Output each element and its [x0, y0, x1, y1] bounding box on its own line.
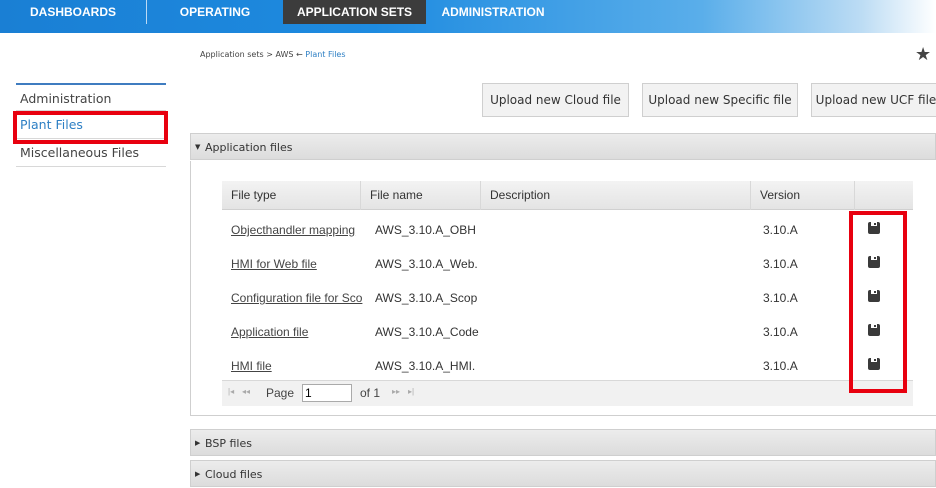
- column-header-file-type[interactable]: File type: [222, 181, 361, 210]
- file-name-cell: AWS_3.10.A_OBH: [375, 223, 476, 237]
- tab-dashboards[interactable]: DASHBOARDS: [0, 0, 146, 24]
- description-cell: [481, 312, 751, 346]
- version-cell: 3.10.A: [763, 359, 798, 373]
- breadcrumb: Application sets > AWS ← Plant Files: [200, 50, 346, 59]
- upload-specific-file-button[interactable]: Upload new Specific file: [642, 83, 798, 117]
- page-number-input[interactable]: [302, 384, 352, 402]
- previous-page-icon[interactable]: ◂◂: [242, 387, 250, 396]
- highlight-box-save-icons: [849, 211, 907, 393]
- sidebar-item-administration[interactable]: Administration: [16, 83, 166, 111]
- upload-ucf-file-button[interactable]: Upload new UCF file: [811, 83, 936, 117]
- file-type-link[interactable]: Objecthandler mapping: [222, 210, 370, 244]
- collapsed-triangle-icon: ▶: [195, 470, 201, 478]
- application-files-grid: File type File name Description Version …: [222, 181, 913, 406]
- file-type-link[interactable]: HMI for Web file: [222, 244, 370, 278]
- last-page-icon[interactable]: ▸|: [408, 387, 414, 396]
- file-name-cell: AWS_3.10.A_HMI.: [375, 359, 476, 373]
- file-name-cell: AWS_3.10.A_Scop: [375, 291, 478, 305]
- highlight-box-plant-files: [13, 111, 168, 144]
- file-name-cell: AWS_3.10.A_Web.: [375, 257, 478, 271]
- file-type-link[interactable]: Configuration file for Sco: [222, 278, 370, 312]
- expanded-triangle-icon: ▼: [195, 143, 201, 151]
- column-header-actions: [855, 181, 913, 210]
- tab-administration[interactable]: ADMINISTRATION: [426, 0, 560, 24]
- tab-application-sets[interactable]: APPLICATION SETS: [283, 0, 426, 24]
- description-cell: [481, 278, 751, 312]
- file-type-link[interactable]: Application file: [222, 312, 370, 346]
- description-cell: [481, 346, 751, 380]
- page-count-label: of 1: [360, 386, 381, 400]
- breadcrumb-current[interactable]: Plant Files: [305, 50, 345, 59]
- breadcrumb-middle[interactable]: AWS: [275, 50, 293, 59]
- upload-cloud-file-button[interactable]: Upload new Cloud file: [482, 83, 629, 117]
- description-cell: [481, 244, 751, 278]
- table-row: HMI for Web file AWS_3.10.A_Web. 3.10.A: [222, 244, 913, 278]
- breadcrumb-separator: >: [266, 50, 273, 59]
- panel-application-files-label: Application files: [205, 141, 293, 154]
- column-header-version[interactable]: Version: [751, 181, 855, 210]
- table-row: HMI file AWS_3.10.A_HMI. 3.10.A: [222, 346, 913, 380]
- first-page-icon[interactable]: |◂: [228, 387, 234, 396]
- column-header-description[interactable]: Description: [481, 181, 751, 210]
- file-name-cell: AWS_3.10.A_Code: [375, 325, 479, 339]
- panel-cloud-files-label: Cloud files: [205, 468, 263, 481]
- grid-header: File type File name Description Version: [222, 181, 913, 210]
- collapsed-triangle-icon: ▶: [195, 439, 201, 447]
- tab-operating[interactable]: OPERATING: [147, 0, 283, 24]
- page-label: Page: [266, 386, 295, 400]
- breadcrumb-root[interactable]: Application sets: [200, 50, 264, 59]
- file-type-link[interactable]: HMI file: [222, 346, 370, 380]
- table-row: Configuration file for Sco AWS_3.10.A_Sc…: [222, 278, 913, 312]
- description-cell: [481, 210, 751, 244]
- panel-bsp-files-header[interactable]: ▶ BSP files: [190, 429, 936, 456]
- table-row: Objecthandler mapping AWS_3.10.A_OBH 3.1…: [222, 210, 913, 244]
- favorite-star-icon[interactable]: ★: [915, 44, 931, 65]
- panel-application-files-header[interactable]: ▼ Application files: [190, 133, 936, 160]
- version-cell: 3.10.A: [763, 291, 798, 305]
- top-navigation: DASHBOARDS OPERATING APPLICATION SETS AD…: [0, 0, 936, 33]
- version-cell: 3.10.A: [763, 325, 798, 339]
- grid-pager: |◂ ◂◂ Page of 1 ▸▸ ▸|: [222, 380, 913, 406]
- version-cell: 3.10.A: [763, 257, 798, 271]
- version-cell: 3.10.A: [763, 223, 798, 237]
- panel-bsp-files-label: BSP files: [205, 437, 252, 450]
- table-row: Application file AWS_3.10.A_Code 3.10.A: [222, 312, 913, 346]
- column-header-file-name[interactable]: File name: [361, 181, 481, 210]
- breadcrumb-arrow: ←: [296, 50, 303, 59]
- next-page-icon[interactable]: ▸▸: [392, 387, 400, 396]
